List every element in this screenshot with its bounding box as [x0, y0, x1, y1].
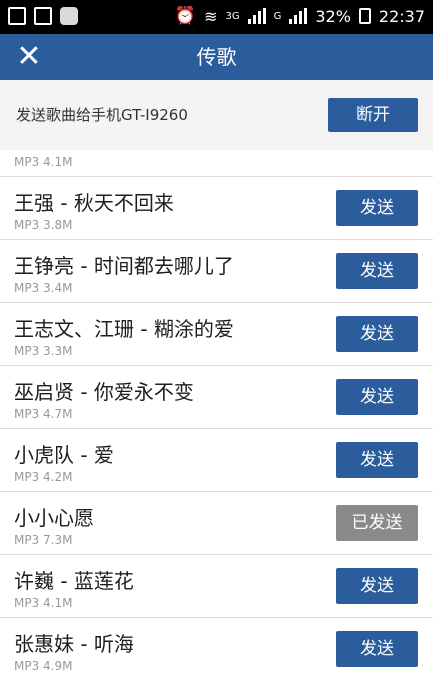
notification-icon — [8, 7, 26, 25]
song-title: 王强 - 秋天不回来 — [14, 191, 174, 215]
send-button[interactable]: 发送 — [336, 568, 418, 604]
status-bar: ⏰ ≋ 3G G 32% 22:37 — [0, 0, 433, 34]
network-type-2: G — [273, 10, 282, 22]
network-type: 3G — [225, 10, 240, 22]
song-meta: MP3 4.1M — [14, 155, 73, 169]
send-button[interactable]: 发送 — [336, 190, 418, 226]
device-connection-bar: 发送歌曲给手机GT-I9260 断开 — [0, 80, 433, 150]
device-status-text: 发送歌曲给手机GT-I9260 — [16, 106, 188, 124]
alarm-icon: ⏰ — [174, 6, 197, 26]
song-row: 张惠妹 - 听海 MP3 4.9M 发送 — [0, 618, 433, 677]
signal-icon — [247, 8, 266, 24]
song-row: 小小心愿 MP3 7.3M 已发送 — [0, 492, 433, 555]
wifi-icon: ≋ — [204, 6, 218, 26]
notification-icons — [8, 7, 78, 25]
song-meta: MP3 7.3M — [14, 533, 73, 547]
app-bar: ✕ 传歌 — [0, 34, 433, 80]
song-title: 小虎队 - 爱 — [14, 443, 114, 467]
sent-button[interactable]: 已发送 — [336, 505, 418, 541]
song-meta: MP3 4.9M — [14, 659, 73, 673]
song-meta: MP3 3.3M — [14, 344, 73, 358]
app-icon — [60, 7, 78, 25]
song-row: MP3 4.1M 发送 — [0, 150, 433, 177]
song-meta: MP3 3.8M — [14, 218, 73, 232]
clock: 22:37 — [378, 6, 425, 26]
send-button[interactable]: 发送 — [336, 253, 418, 289]
song-row: 王强 - 秋天不回来 MP3 3.8M 发送 — [0, 177, 433, 240]
send-button[interactable]: 发送 — [336, 379, 418, 415]
status-indicators: ⏰ ≋ 3G G 32% 22:37 — [175, 6, 425, 26]
signal-icon-2 — [289, 8, 308, 24]
song-meta: MP3 4.1M — [14, 596, 73, 610]
song-meta: MP3 4.2M — [14, 470, 73, 484]
send-button[interactable]: 发送 — [336, 631, 418, 667]
battery-icon — [358, 8, 371, 24]
song-row: 许巍 - 蓝莲花 MP3 4.1M 发送 — [0, 555, 433, 618]
song-row: 王铮亮 - 时间都去哪儿了 MP3 3.4M 发送 — [0, 240, 433, 303]
send-button[interactable]: 发送 — [336, 316, 418, 352]
song-row: 小虎队 - 爱 MP3 4.2M 发送 — [0, 429, 433, 492]
send-button[interactable]: 发送 — [336, 442, 418, 478]
song-list[interactable]: MP3 4.1M 发送 王强 - 秋天不回来 MP3 3.8M 发送 王铮亮 -… — [0, 150, 433, 677]
song-row: 王志文、江珊 - 糊涂的爱 MP3 3.3M 发送 — [0, 303, 433, 366]
disconnect-button[interactable]: 断开 — [328, 98, 418, 132]
battery-level: 32% — [315, 6, 351, 26]
song-title: 小小心愿 — [14, 506, 94, 530]
song-title: 张惠妹 - 听海 — [14, 632, 134, 656]
song-title: 王铮亮 - 时间都去哪儿了 — [14, 254, 234, 278]
song-title: 巫启贤 - 你爱永不变 — [14, 380, 194, 404]
song-title: 王志文、江珊 - 糊涂的爱 — [14, 317, 234, 341]
page-title: 传歌 — [196, 45, 237, 69]
song-row: 巫启贤 - 你爱永不变 MP3 4.7M 发送 — [0, 366, 433, 429]
image-icon — [34, 7, 52, 25]
song-meta: MP3 4.7M — [14, 407, 73, 421]
song-title: 许巍 - 蓝莲花 — [14, 569, 134, 593]
song-meta: MP3 3.4M — [14, 281, 73, 295]
